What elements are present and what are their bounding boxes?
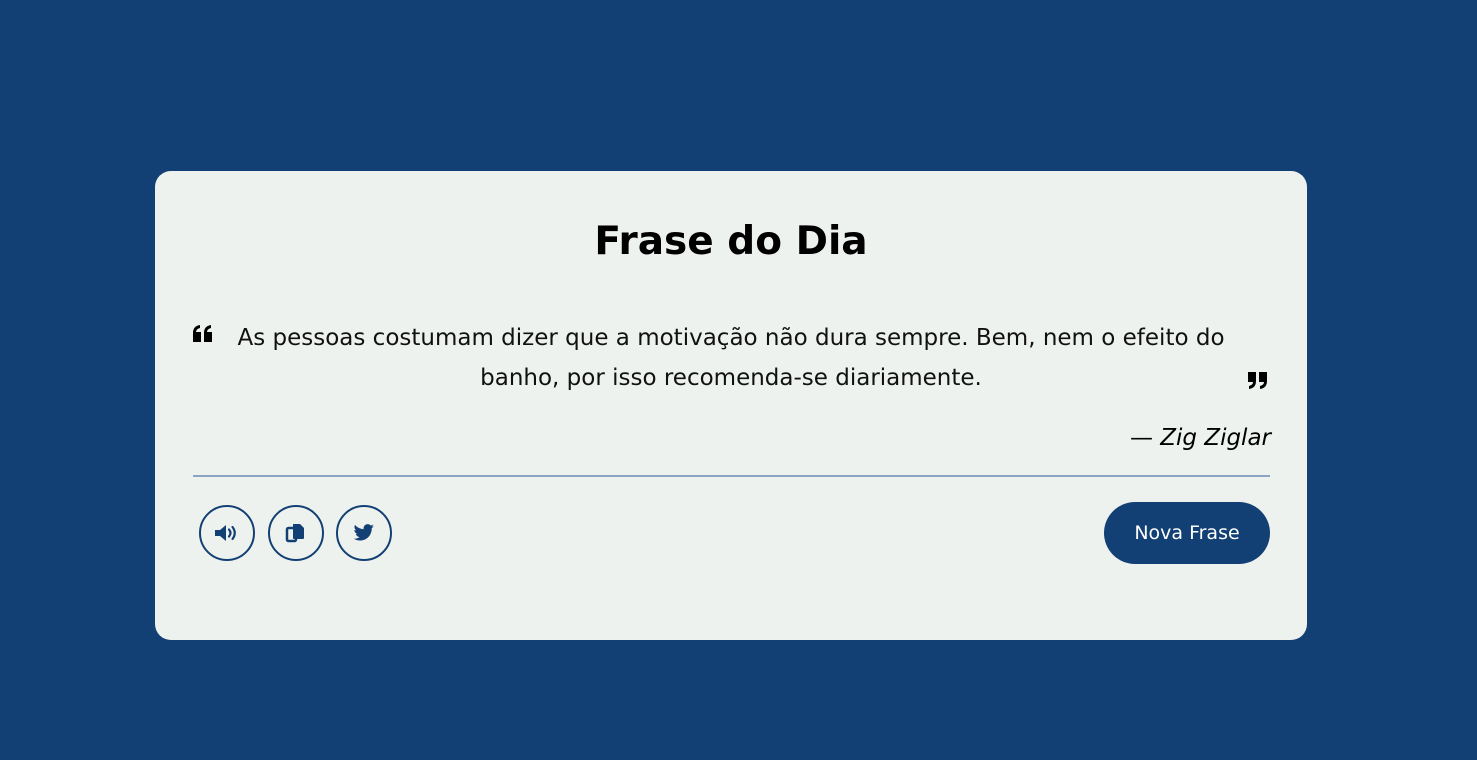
twitter-icon [353,524,374,541]
author-dash: — [1129,425,1153,451]
page-title: Frase do Dia [594,219,868,264]
quote-close-icon [1248,372,1267,389]
new-quote-button[interactable]: Nova Frase [1104,502,1270,564]
author-name: Zig Ziglar [1160,425,1271,451]
copy-icon [285,524,304,543]
quote-card: Frase do Dia As pessoas costumam dizer q… [155,171,1307,640]
divider [193,475,1270,477]
quote-author: — Zig Ziglar [1130,422,1271,454]
quote-open-icon [193,325,212,342]
twitter-button[interactable] [336,505,392,561]
quote-text: As pessoas costumam dizer que a motivaçã… [237,325,1225,391]
copy-button[interactable] [268,505,324,561]
speak-button[interactable] [199,505,255,561]
volume-icon [215,525,236,541]
